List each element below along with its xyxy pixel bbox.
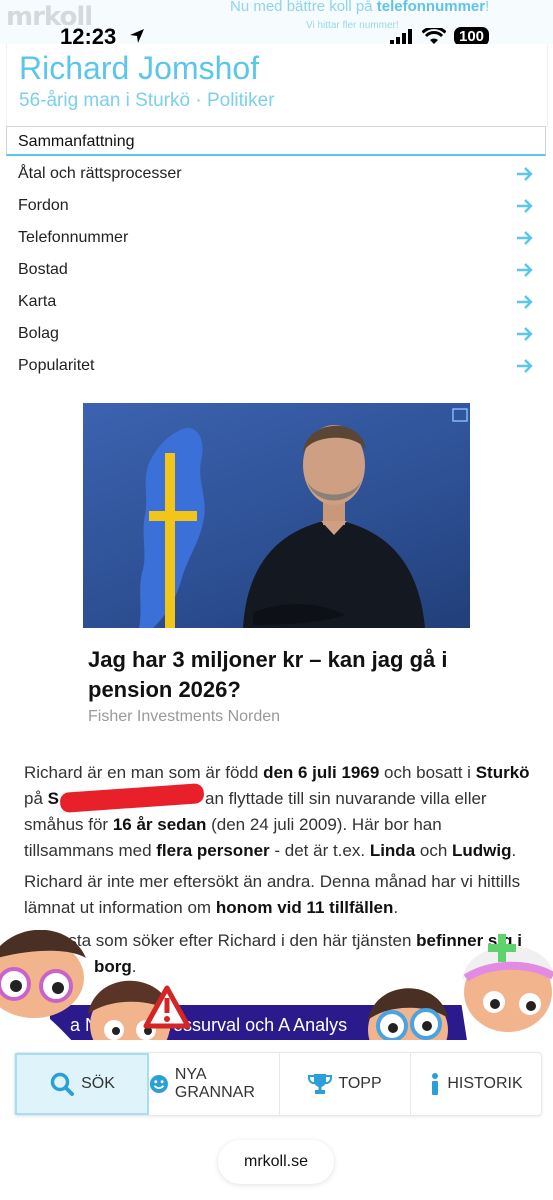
arrow-right-icon xyxy=(517,263,533,277)
summary-paragraph-2: Richard är inte mer eftersökt än andra. … xyxy=(24,872,521,917)
promo-subline: Vi hittar fler nummer! xyxy=(306,20,399,31)
red-scribble-redaction xyxy=(59,783,205,813)
tab-sok[interactable]: SÖK xyxy=(15,1053,149,1115)
tab-label: HISTORIK xyxy=(447,1075,523,1092)
tab-label: NYA GRANNAR xyxy=(174,1066,255,1101)
location-arrow-icon xyxy=(130,29,144,43)
info-icon xyxy=(432,1073,439,1095)
arrow-right-icon xyxy=(517,199,533,213)
arrow-right-icon xyxy=(517,359,533,373)
smiley-icon xyxy=(149,1074,168,1094)
ad-source[interactable]: Fisher Investments Norden xyxy=(88,708,280,726)
person-subtitle: 56-årig man i Sturkö · Politiker xyxy=(19,90,275,111)
section-nav: Sammanfattning Åtal och rättsprocesser F… xyxy=(6,126,546,388)
nav-item-fordon[interactable]: Fordon xyxy=(6,190,546,222)
nav-item-bolag[interactable]: Bolag xyxy=(6,318,546,350)
arrow-right-icon xyxy=(517,231,533,245)
person-header: Richard Jomshof 56-årig man i Sturkö · P… xyxy=(6,44,548,127)
nav-item-bostad[interactable]: Bostad xyxy=(6,254,546,286)
summary-paragraph-1: Richard är en man som är född den 6 juli… xyxy=(24,763,530,860)
nav-item-popularitet[interactable]: Popularitet xyxy=(6,350,546,382)
mascot-left xyxy=(0,930,86,1018)
nav-item-atal[interactable]: Åtal och rättsprocesser xyxy=(6,158,546,190)
bottom-tab-bar: SÖK NYA GRANNAR TOPP HISTORIK xyxy=(14,1052,542,1116)
promo-headline[interactable]: Nu med bättre koll på telefonnummer! xyxy=(230,0,489,15)
nav-item-telefonnummer[interactable]: Telefonnummer xyxy=(6,222,546,254)
wifi-icon xyxy=(422,28,446,44)
tab-historik[interactable]: HISTORIK xyxy=(411,1053,541,1115)
tab-nya-grannar[interactable]: NYA GRANNAR xyxy=(149,1053,280,1115)
arrow-right-icon xyxy=(517,295,533,309)
cellular-signal-icon xyxy=(390,28,412,45)
tab-label: TOPP xyxy=(338,1075,382,1092)
tab-topp[interactable]: TOPP xyxy=(280,1053,411,1115)
tab-label: SÖK xyxy=(81,1075,115,1092)
ad-title[interactable]: Jag har 3 miljoner kr – kan jag gå i pen… xyxy=(88,645,488,705)
nav-item-karta[interactable]: Karta xyxy=(6,286,546,318)
trophy-icon xyxy=(308,1074,333,1094)
nav-header-summary[interactable]: Sammanfattning xyxy=(6,126,546,156)
search-icon xyxy=(50,1072,75,1096)
browser-url-bar[interactable]: mrkoll.se xyxy=(218,1140,334,1184)
ad-illustration xyxy=(139,408,468,628)
person-name: Richard Jomshof xyxy=(19,50,260,86)
ad-image[interactable] xyxy=(83,403,470,628)
arrow-right-icon xyxy=(517,167,533,181)
arrow-right-icon xyxy=(517,327,533,341)
